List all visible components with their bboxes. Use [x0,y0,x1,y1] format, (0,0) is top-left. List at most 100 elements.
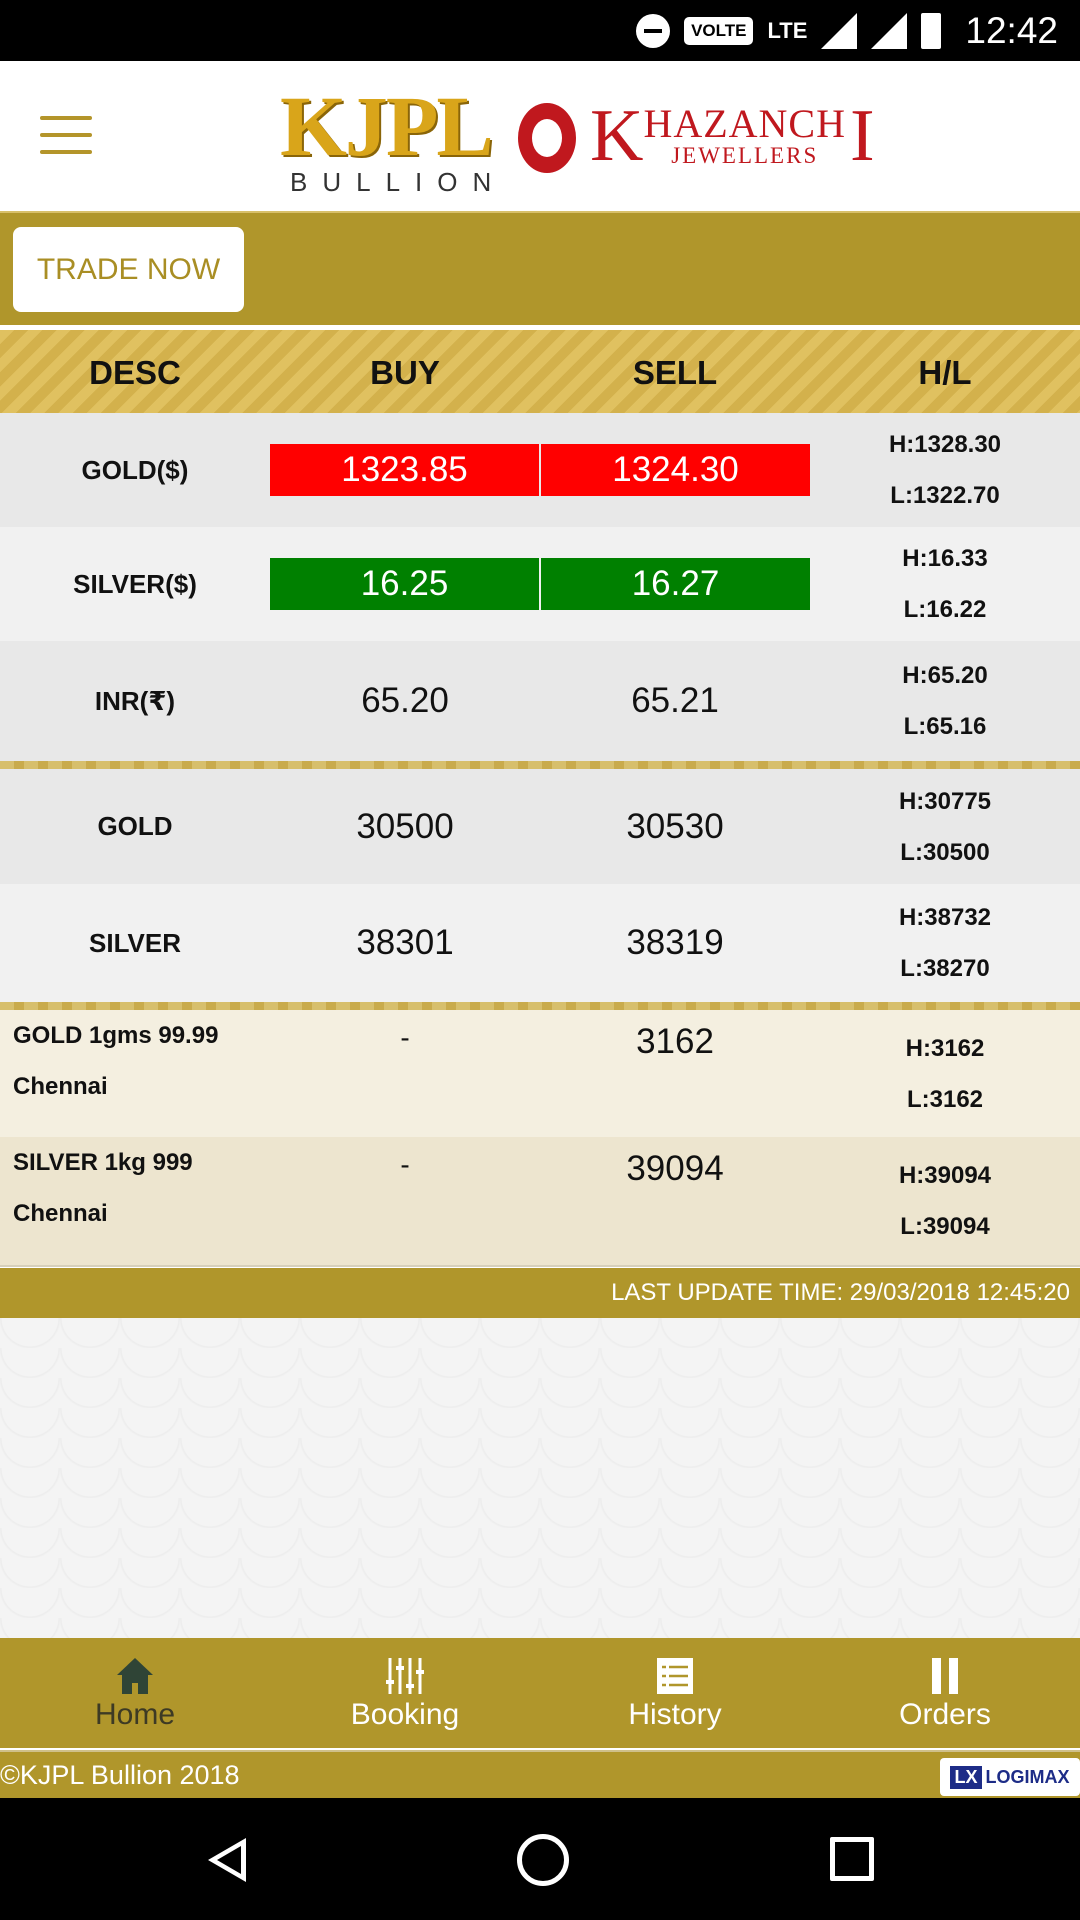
column-header-desc: DESC [89,353,181,391]
footer: ©KJPL Bullion 2018 LX LOGIMAX [0,1750,1080,1800]
app-header: KJPL BULLION K HAZANCH JEWELLERS I [0,61,1080,213]
do-not-disturb-icon [636,13,671,48]
nav-label-history: History [628,1698,722,1731]
table-row: SILVER 1kg 999 Chennai - 39094 H:39094 L… [0,1137,1080,1267]
low-value: L:38270 [900,955,990,982]
nav-label-booking: Booking [350,1698,460,1731]
sell-value: 65.21 [631,681,719,720]
high-low: H:39094 L:39094 [810,1137,1080,1265]
row-desc: GOLD($) [81,454,189,485]
section-divider [0,761,1080,769]
nav-history[interactable]: History [540,1638,810,1748]
column-header-sell: SELL [632,353,718,391]
row-desc: GOLD [97,811,173,841]
high-value: H:30775 [898,787,992,815]
copyright-text: ©KJPL Bullion 2018 [0,1760,240,1790]
row-desc-city: Chennai [13,1200,108,1227]
table-row: INR(₹) 65.20 65.21 H:65.20 L:65.16 [0,641,1080,761]
recent-apps-icon[interactable] [830,1837,874,1881]
signal-icon [821,12,858,49]
khazanchi-jewellers-logo: K HAZANCH JEWELLERS I [590,95,875,177]
high-value: H:38732 [898,904,992,931]
high-low: H:38732 L:38270 [810,884,1080,1002]
high-value: H:1328.30 [888,431,1002,458]
high-value: H:39094 [898,1162,992,1189]
row-desc-city: Chennai [13,1073,108,1100]
pause-icon [932,1658,958,1694]
nav-booking[interactable]: Booking [270,1638,540,1748]
lte-indicator: LTE [767,17,808,43]
high-low: H:3162 L:3162 [810,1010,1080,1137]
row-desc: SILVER($) [73,568,197,599]
high-low: H:30775 L:30500 [810,769,1080,884]
buy-value: 65.20 [361,681,449,720]
buy-value: 30500 [356,806,454,846]
column-header-buy: BUY [370,353,440,391]
logimax-text: LOGIMAX [985,1766,1070,1787]
nav-label-orders: Orders [899,1698,991,1731]
system-navigation-bar [0,1798,1080,1920]
status-bar: VOLTE LTE 12:42 [0,0,1080,61]
table-row: GOLD($) 1323.85 1324.30 H:1328.30 L:1322… [0,413,1080,527]
sell-rate-box: 16.27 [541,558,810,610]
nav-orders[interactable]: Orders [810,1638,1080,1748]
high-low: H:1328.30 L:1322.70 [810,413,1080,527]
home-circle-icon[interactable] [517,1834,569,1886]
sliders-icon [386,1658,424,1694]
trade-bar: TRADE NOW [0,213,1080,325]
low-value: L:3162 [906,1085,984,1113]
buy-rate-box: 16.25 [270,558,539,610]
buy-value: - [400,1149,410,1180]
nav-label-home: Home [94,1698,176,1731]
last-update-bar: LAST UPDATE TIME: 29/03/2018 12:45:20 [0,1268,1080,1318]
logimax-logo[interactable]: LX LOGIMAX [940,1758,1080,1796]
row-desc-product: SILVER 1kg 999 [13,1149,193,1176]
row-desc: SILVER [89,927,181,958]
buy-rate-box: 1323.85 [270,444,539,496]
sell-value: 3162 [636,1022,714,1061]
trade-now-button[interactable]: TRADE NOW [13,227,244,312]
bottom-navigation: Home Booking History Orders [0,1638,1080,1748]
low-value: L:30500 [900,838,990,866]
high-low: H:16.33 L:16.22 [810,527,1080,641]
logimax-mark: LX [950,1765,982,1789]
low-value: L:65.16 [903,713,987,740]
low-value: L:1322.70 [890,482,1000,509]
high-value: H:16.33 [902,545,988,572]
section-divider [0,1002,1080,1010]
buy-value: - [400,1022,410,1053]
menu-icon[interactable] [40,116,92,156]
high-low: H:65.20 L:65.16 [810,641,1080,761]
sell-value: 30530 [626,806,724,846]
battery-icon [921,12,942,49]
roaming-signal-icon [871,12,908,49]
table-row: GOLD 30500 30530 H:30775 L:30500 [0,769,1080,884]
rates-table-header: DESC BUY SELL H/L [0,328,1080,415]
buy-value: 38301 [356,923,454,962]
table-row: SILVER 38301 38319 H:38732 L:38270 [0,884,1080,1002]
kjpl-bullion-logo: KJPL BULLION [280,78,507,197]
nav-home[interactable]: Home [0,1638,270,1748]
table-row: SILVER($) 16.25 16.27 H:16.33 L:16.22 [0,527,1080,641]
sell-value: 38319 [626,923,724,962]
sell-rate-box: 1324.30 [541,444,810,496]
home-icon [117,1658,153,1694]
row-desc: GOLD 1gms 99.99 Chennai [13,1010,303,1137]
list-icon [657,1658,693,1694]
column-header-hl: H/L [918,353,972,391]
row-desc: SILVER 1kg 999 Chennai [13,1137,303,1265]
background-pattern [0,1318,1080,1638]
table-row: GOLD 1gms 99.99 Chennai - 3162 H:3162 L:… [0,1010,1080,1137]
last-update-text: LAST UPDATE TIME: 29/03/2018 12:45:20 [611,1279,1070,1306]
status-time: 12:42 [965,9,1058,51]
row-desc: INR(₹) [94,685,176,716]
low-value: L:39094 [900,1213,990,1240]
row-desc-product: GOLD 1gms 99.99 [13,1022,219,1049]
khazanchi-seal-icon [518,103,576,173]
volte-badge: VOLTE [684,16,754,45]
high-value: H:65.20 [902,662,988,689]
sell-value: 39094 [626,1149,724,1188]
back-icon[interactable] [208,1838,246,1882]
high-value: H:3162 [905,1034,985,1062]
low-value: L:16.22 [903,596,987,623]
